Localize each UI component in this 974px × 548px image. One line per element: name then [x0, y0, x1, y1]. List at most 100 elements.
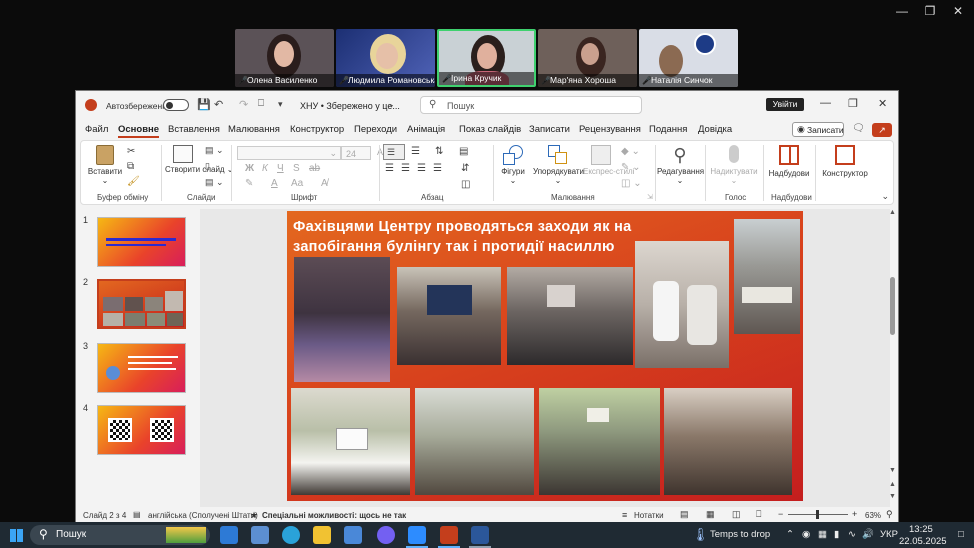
video-tile[interactable]: 🎤 Мар'яна Хороша — [538, 29, 637, 87]
zoom-in-icon[interactable]: + — [852, 509, 857, 519]
slide-thumbnail-3[interactable] — [97, 343, 186, 393]
dictate-button[interactable]: Надиктувати ⌄ — [709, 145, 759, 185]
video-tile[interactable]: 🎤 Наталія Синчок — [639, 29, 738, 87]
photo-lecture-hall[interactable] — [415, 388, 534, 495]
font-color-icon[interactable]: A — [271, 178, 278, 189]
clock-date[interactable]: 22.05.2025 — [899, 536, 947, 547]
align-right-icon[interactable]: ☰ — [417, 163, 426, 174]
italic-icon[interactable]: К — [262, 163, 268, 174]
cut-icon[interactable]: ✂ — [127, 146, 135, 157]
text-direction-icon[interactable]: ⇵ — [461, 163, 469, 174]
present-icon[interactable]: ⎕ — [258, 98, 264, 109]
slide-title[interactable]: Фахівцями Центру проводяться заходи як н… — [293, 217, 693, 257]
customize-qat-icon[interactable]: ▾ — [278, 99, 283, 110]
columns-icon[interactable]: ▤ — [459, 146, 468, 157]
tab-file[interactable]: Файл — [85, 124, 108, 135]
save-icon[interactable]: 💾 — [197, 98, 211, 111]
tab-animations[interactable]: Анімація — [407, 124, 445, 135]
outlook-icon[interactable] — [220, 526, 238, 544]
shapes-button[interactable]: Фігури ⌄ — [495, 145, 531, 185]
photo-group-activity[interactable] — [734, 219, 800, 334]
scroll-up-icon[interactable]: ▲ — [889, 209, 896, 216]
chevron-down-icon[interactable]: ⌄ — [388, 100, 395, 109]
reset-icon[interactable]: ▯ — [205, 161, 210, 172]
addins-button[interactable]: Надбудови — [767, 145, 811, 178]
strikethrough-icon[interactable]: ab — [309, 163, 320, 174]
paste-button[interactable]: Вставити ⌄ — [87, 145, 123, 185]
zoom-out-icon[interactable]: − — [778, 509, 783, 519]
volume-icon[interactable]: 🔊 — [862, 529, 874, 540]
tab-help[interactable]: Довідка — [698, 124, 732, 135]
scroll-down-icon[interactable]: ▼ — [889, 467, 896, 474]
redo-icon[interactable]: ↷ — [239, 98, 248, 111]
wifi-icon[interactable]: ∿ — [848, 529, 856, 540]
close-icon[interactable]: ✕ — [946, 4, 970, 18]
normal-view-icon[interactable]: ▤ — [680, 509, 689, 520]
calculator-icon[interactable] — [251, 526, 269, 544]
video-tile-active-speaker[interactable]: 🎤 Ірина Кручик — [437, 29, 536, 87]
vertical-scrollbar[interactable]: ▲ ▼ ▲ ▼ — [889, 209, 897, 507]
tab-view[interactable]: Подання — [649, 124, 687, 135]
reading-view-icon[interactable]: ◫ — [732, 509, 741, 520]
spelling-icon[interactable]: ▤ — [133, 510, 141, 519]
collapse-ribbon-icon[interactable]: ⌄ — [881, 191, 889, 202]
notifications-icon[interactable]: □ — [958, 529, 964, 540]
quick-styles-button[interactable]: Експрес-стилі — [583, 145, 634, 176]
close-icon[interactable]: ✕ — [878, 97, 887, 110]
scroll-thumb[interactable] — [890, 277, 895, 335]
tab-review[interactable]: Рецензування — [579, 124, 641, 135]
line-spacing-icon[interactable]: ⇅ — [435, 146, 443, 157]
powerpoint-icon[interactable] — [440, 526, 458, 544]
numbering-icon[interactable]: ☰ — [411, 146, 420, 157]
tab-home[interactable]: Основне — [118, 124, 160, 138]
tray-app-icon[interactable]: ▦ — [818, 529, 827, 540]
photo-classroom-1[interactable] — [507, 267, 633, 365]
undo-icon[interactable]: ↶ — [214, 98, 223, 111]
bold-icon[interactable]: Ж — [245, 163, 254, 174]
photo-audience[interactable] — [539, 388, 660, 495]
restore-icon[interactable]: ❐ — [918, 4, 942, 18]
shape-fill-icon[interactable]: ◆ ⌄ — [621, 146, 640, 157]
dialog-launcher-icon[interactable]: ⇲ — [647, 193, 653, 201]
accessibility-status[interactable]: Спеціальні можливості: щось не так — [262, 511, 406, 520]
taskbar-search-box[interactable]: ⚲ Пошук — [30, 525, 210, 545]
chevron-up-icon[interactable]: ⌃ — [786, 529, 794, 540]
slide-thumbnail-4[interactable] — [97, 405, 186, 455]
slide-editor[interactable]: Фахівцями Центру проводяться заходи як н… — [200, 209, 890, 509]
viber-icon[interactable] — [377, 526, 395, 544]
file-explorer-icon[interactable] — [313, 526, 331, 544]
file-title[interactable]: ХНУ • Збережено у це... — [300, 101, 400, 111]
store-icon[interactable] — [344, 526, 362, 544]
current-slide[interactable]: Фахівцями Центру проводяться заходи як н… — [287, 211, 803, 501]
language-indicator[interactable]: УКР — [880, 529, 898, 540]
editing-button[interactable]: ⚲ Редагування ⌄ — [657, 145, 704, 185]
windows-start-icon[interactable] — [10, 529, 23, 542]
arrange-button[interactable]: Упорядкувати ⌄ — [533, 145, 584, 185]
restore-icon[interactable]: ❐ — [848, 97, 858, 110]
font-size-select[interactable]: 24 — [341, 146, 371, 160]
comments-icon[interactable]: 🗨 — [852, 123, 865, 134]
new-slide-button[interactable]: Створити слайд ⌄ — [165, 145, 234, 174]
photo-students-booklets[interactable] — [294, 257, 390, 382]
weather-text[interactable]: Temps to drop — [710, 529, 770, 540]
next-slide-icon[interactable]: ▼ — [889, 493, 896, 500]
underline-icon[interactable]: Ч — [277, 163, 284, 174]
video-tile[interactable]: 🎤 Людмила Романовська — [336, 29, 435, 87]
clear-formatting-icon[interactable]: A̸ — [321, 178, 328, 189]
slide-thumbnail-2[interactable] — [97, 279, 186, 329]
fit-slide-icon[interactable]: ⚲ — [886, 509, 893, 520]
notes-button[interactable]: Нотатки — [634, 511, 664, 520]
convert-smartart-icon[interactable]: ◫ — [461, 179, 470, 190]
tab-insert[interactable]: Вставлення — [168, 124, 220, 135]
share-icon[interactable]: ↗ — [872, 123, 892, 137]
record-button[interactable]: ◉ Записати — [792, 122, 844, 137]
layout-icon[interactable]: ▤ ⌄ — [205, 145, 224, 156]
section-icon[interactable]: ▤ ⌄ — [205, 177, 224, 188]
clock-time[interactable]: 13:25 — [909, 524, 933, 535]
tab-slideshow[interactable]: Показ слайдів — [459, 124, 521, 135]
bullets-button[interactable]: ☰ — [383, 144, 405, 160]
sign-in-button[interactable]: Увійти — [766, 98, 804, 111]
align-center-icon[interactable]: ☰ — [401, 163, 410, 174]
slide-thumbnail-1[interactable] — [97, 217, 186, 267]
justify-icon[interactable]: ☰ — [433, 163, 442, 174]
